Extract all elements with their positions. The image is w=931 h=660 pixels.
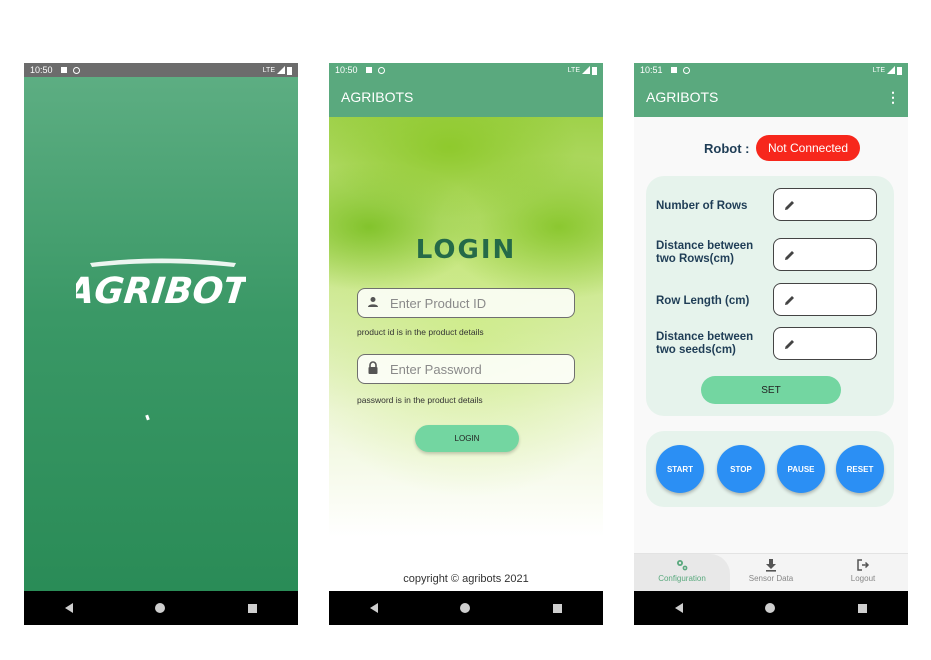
login-button[interactable]: LOGIN <box>415 425 519 452</box>
nav-logout[interactable]: Logout <box>818 554 908 592</box>
more-vert-icon[interactable]: ⋮ <box>886 89 900 106</box>
login-screen: 10:50 LTE AGRIBOTS LOGIN product id is i… <box>329 63 603 625</box>
set-button[interactable]: SET <box>701 376 841 404</box>
number-of-rows-input[interactable] <box>773 188 877 221</box>
notification-icon <box>670 67 677 73</box>
password-field[interactable] <box>357 354 575 384</box>
lock-icon <box>358 361 388 377</box>
logo-text: AGRIBOT <box>76 270 246 312</box>
copyright-text: copyright © agribots 2021 <box>403 573 529 585</box>
nav-configuration[interactable]: Configuration <box>634 554 730 592</box>
start-button[interactable]: START <box>656 445 704 493</box>
sync-icon <box>377 66 385 74</box>
settings-icon <box>677 560 688 571</box>
status-time: 10:50 <box>335 65 358 75</box>
nav-label: Logout <box>850 574 876 583</box>
back-icon[interactable] <box>675 603 684 613</box>
configuration-screen: 10:51 LTE AGRIBOTS ⋮ Robot : Not Connect… <box>634 63 908 625</box>
person-icon <box>358 296 388 311</box>
android-nav-bar <box>329 591 603 625</box>
agribot-logo: AGRIBOT <box>24 255 298 320</box>
battery-icon <box>287 66 292 75</box>
splash-screen: 10:50 LTE AGRIBOT <box>24 63 298 625</box>
recents-icon[interactable] <box>857 603 867 613</box>
network-type: LTE <box>262 66 275 74</box>
signal-icon <box>277 66 285 74</box>
loading-spinner <box>145 414 150 421</box>
row-length-input[interactable] <box>773 283 877 316</box>
controls-card: START STOP PAUSE RESET <box>646 431 894 507</box>
edit-icon <box>785 295 794 305</box>
app-title: AGRIBOTS <box>646 89 719 105</box>
nav-sensor-data[interactable]: Sensor Data <box>726 554 816 592</box>
password-hint: password is in the product details <box>357 395 483 405</box>
row-label-row-length: Row Length (cm) <box>656 295 750 307</box>
download-icon <box>766 559 776 572</box>
stop-button[interactable]: STOP <box>717 445 765 493</box>
logout-icon <box>857 559 870 571</box>
product-id-hint: product id is in the product details <box>357 327 484 337</box>
battery-icon <box>592 66 597 75</box>
bottom-navigation: Configuration Sensor Data Logout <box>634 553 908 592</box>
notification-icon <box>60 67 67 73</box>
edit-icon <box>785 200 794 210</box>
row-label-distance-between-rows: Distance between two Rows(cm) <box>656 240 754 265</box>
home-icon[interactable] <box>765 603 776 613</box>
nav-label: Configuration <box>658 574 706 583</box>
app-bar: AGRIBOTS <box>634 77 908 117</box>
status-bar: 10:50 LTE <box>329 63 603 77</box>
battery-icon <box>897 66 902 75</box>
notification-icon <box>365 67 372 73</box>
network-type: LTE <box>872 66 885 74</box>
app-title: AGRIBOTS <box>341 89 414 105</box>
signal-icon <box>887 66 895 74</box>
pause-button[interactable]: PAUSE <box>777 445 825 493</box>
back-icon[interactable] <box>65 603 74 613</box>
android-nav-bar <box>634 591 908 625</box>
signal-icon <box>582 66 590 74</box>
app-bar: AGRIBOTS <box>329 77 603 117</box>
recents-icon[interactable] <box>247 603 257 613</box>
status-time: 10:51 <box>640 65 663 75</box>
configuration-card: Number of Rows Distance between two Rows… <box>646 176 894 416</box>
status-bar: 10:51 LTE <box>634 63 908 77</box>
robot-status-badge: Not Connected <box>756 135 860 161</box>
product-id-field[interactable] <box>357 288 575 318</box>
android-nav-bar <box>24 591 298 625</box>
recents-icon[interactable] <box>552 603 562 613</box>
home-icon[interactable] <box>155 603 166 613</box>
sync-icon <box>682 66 690 74</box>
status-time: 10:50 <box>30 65 53 75</box>
nav-label: Sensor Data <box>748 574 794 583</box>
network-type: LTE <box>567 66 580 74</box>
status-bar: 10:50 LTE <box>24 63 298 77</box>
row-label-distance-between-seeds: Distance between two seeds(cm) <box>656 331 754 356</box>
product-id-input[interactable] <box>388 294 562 312</box>
logo-graphic: AGRIBOT <box>62 258 252 312</box>
login-heading: LOGIN <box>415 235 517 265</box>
reset-button[interactable]: RESET <box>836 445 884 493</box>
password-input[interactable] <box>388 360 562 378</box>
edit-icon <box>785 250 794 260</box>
distance-between-seeds-input[interactable] <box>773 327 877 360</box>
row-label-number-of-rows: Number of Rows <box>656 200 748 212</box>
robot-label: Robot : <box>704 141 750 156</box>
back-icon[interactable] <box>370 603 379 613</box>
edit-icon <box>785 339 794 349</box>
sync-icon <box>72 66 80 74</box>
home-icon[interactable] <box>460 603 471 613</box>
distance-between-rows-input[interactable] <box>773 238 877 271</box>
